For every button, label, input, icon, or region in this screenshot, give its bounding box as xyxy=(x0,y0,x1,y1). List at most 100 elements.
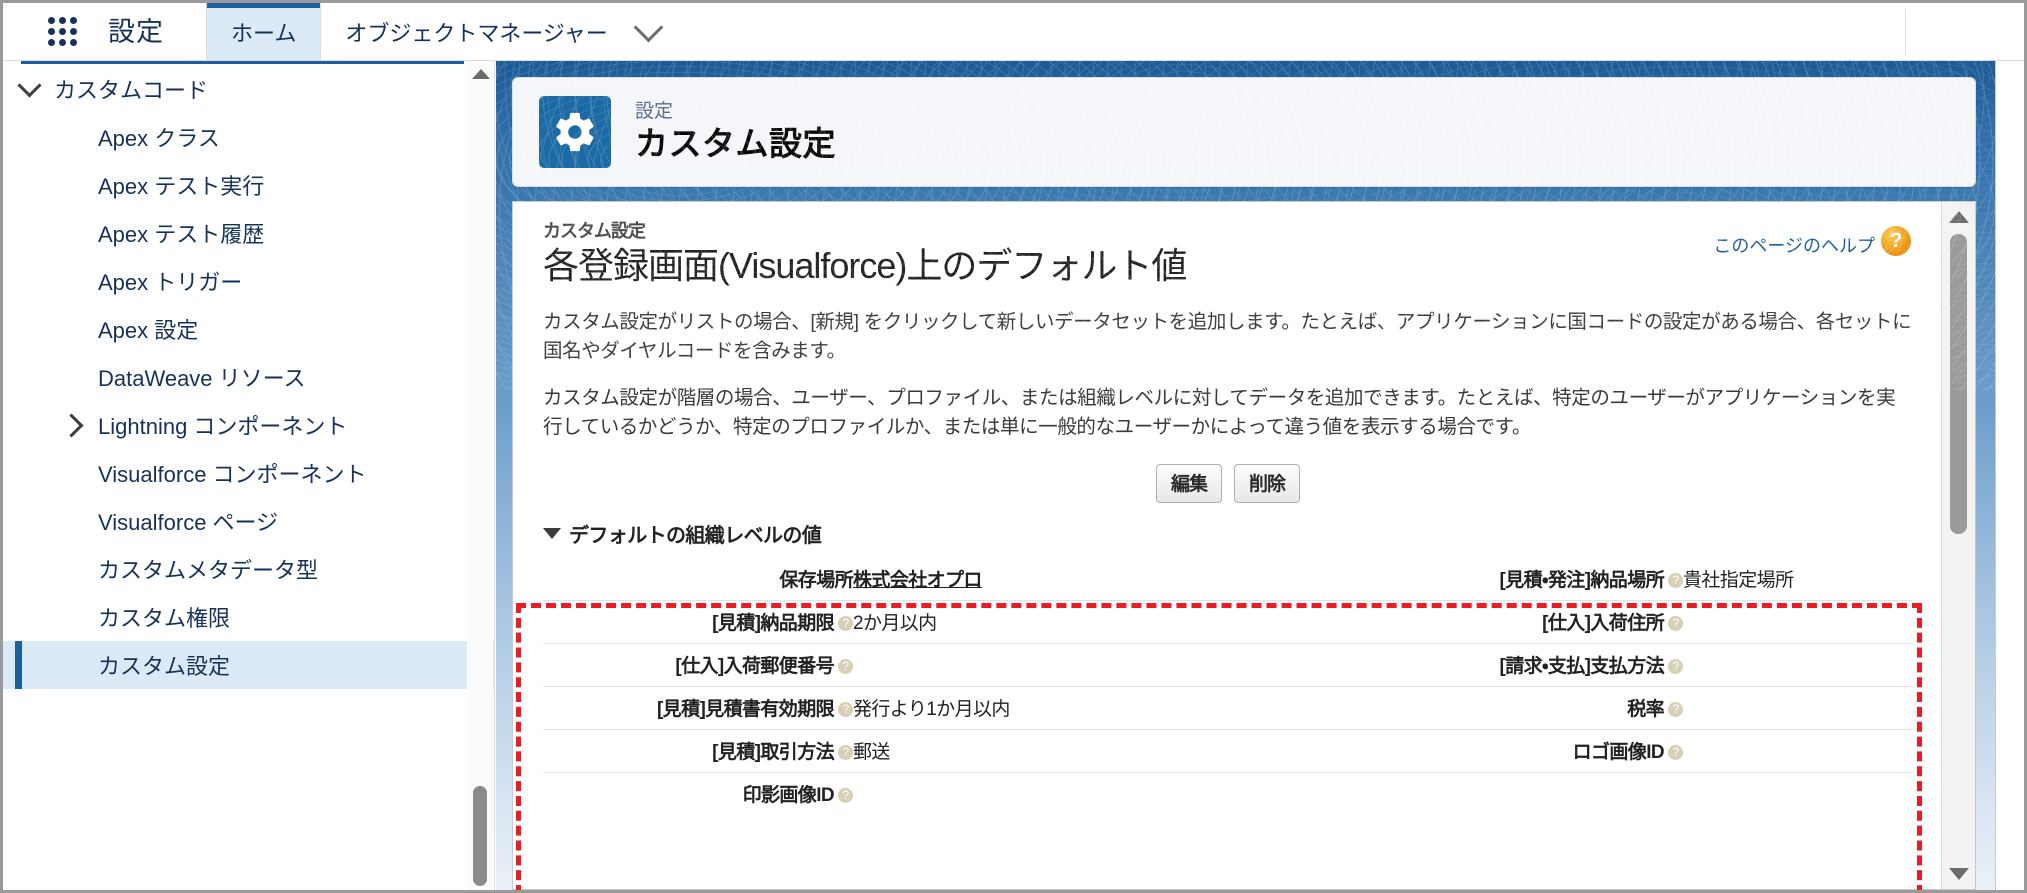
sidebar-item-custom-permissions[interactable]: カスタム権限 xyxy=(3,593,494,641)
field-label: ロゴ画像ID? xyxy=(1343,729,1683,773)
content-inner: このページのヘルプ ? カスタム設定 各登録画面(Visualforce)上のデ… xyxy=(513,202,1941,889)
field-value xyxy=(1683,729,1913,773)
sidebar-scrollbar-thumb[interactable] xyxy=(473,786,487,886)
help-icon[interactable]: ? xyxy=(838,616,853,631)
help-icon[interactable]: ? xyxy=(1668,616,1683,631)
field-label: [見積]納品期限? xyxy=(543,600,853,644)
sidebar-item-visualforce-pages[interactable]: Visualforce ページ xyxy=(3,497,494,545)
field-value: 発行より1か月以内 xyxy=(853,686,1343,730)
help-icon[interactable]: ? xyxy=(1668,745,1683,760)
scroll-down-arrow-icon[interactable] xyxy=(1949,868,1969,880)
sidebar-item-label: Visualforce コンポーネント xyxy=(98,462,367,487)
page-title: 設定 xyxy=(108,17,164,47)
sidebar-item-lightning-components[interactable]: Lightning コンポーネント xyxy=(3,401,494,449)
page-header-eyebrow: 設定 xyxy=(635,101,674,122)
field-label: 印影画像ID? xyxy=(543,773,853,816)
sidebar-item-label: Apex クラス xyxy=(98,126,220,151)
content-scrollbar[interactable] xyxy=(1941,202,1975,889)
delete-button[interactable]: 削除 xyxy=(1234,464,1301,503)
detail-table: 保存場所 株式会社オプロ [見積・発注]納品場所? 貴社指定場所 [見積]納品期… xyxy=(543,558,1913,815)
content-card: このページのヘルプ ? カスタム設定 各登録画面(Visualforce)上のデ… xyxy=(512,201,1976,890)
field-label-text: ロゴ画像ID xyxy=(1572,742,1665,763)
page-header-title: カスタム設定 xyxy=(635,125,836,162)
sidebar-item-dataweave-resources[interactable]: DataWeave リソース xyxy=(3,353,494,401)
field-label: [請求・支払]支払方法? xyxy=(1343,643,1683,687)
sidebar-item-label: Apex テスト履歴 xyxy=(98,222,265,247)
tab-home[interactable]: ホーム xyxy=(206,3,322,60)
sidebar-item-apex-triggers[interactable]: Apex トリガー xyxy=(3,257,494,305)
field-label-text: 印影画像ID xyxy=(742,785,835,806)
sidebar-item-label: Apex テスト実行 xyxy=(98,174,265,199)
help-icon[interactable]: ? xyxy=(1668,702,1683,717)
app-launcher-icon[interactable] xyxy=(48,17,82,47)
field-label: 税率? xyxy=(1343,686,1683,730)
scroll-up-arrow-icon[interactable] xyxy=(1949,211,1969,223)
help-icon[interactable]: ? xyxy=(1668,573,1683,588)
global-tab-bar: ホーム オブジェクトマネージャー xyxy=(206,3,685,60)
body-area: カスタムコード Apex クラス Apex テスト実行 Apex テスト履歴 A… xyxy=(3,61,2024,890)
table-row: 印影画像ID? xyxy=(543,773,1913,816)
header-divider xyxy=(1905,9,1906,55)
sidebar-item-visualforce-components[interactable]: Visualforce コンポーネント xyxy=(3,449,494,497)
help-icon[interactable]: ? xyxy=(838,702,853,717)
global-header: 設定 ホーム オブジェクトマネージャー xyxy=(3,3,2024,61)
field-value xyxy=(1683,600,1913,644)
tab-object-manager[interactable]: オブジェクトマネージャー xyxy=(321,3,631,60)
description-paragraph-2: カスタム設定が階層の場合、ユーザー、プロファイル、または組織レベルに対してデータ… xyxy=(543,387,1896,438)
field-label-text: [仕入]入荷住所 xyxy=(1542,613,1664,634)
org-default-values-section: デフォルトの組織レベルの値 保存場所 株式会社オプロ [見積・発注]納品場所 ?… xyxy=(543,519,1913,815)
help-icon[interactable]: ? xyxy=(838,659,853,674)
field-label: [仕入]入荷住所? xyxy=(1343,600,1683,644)
field-value xyxy=(1683,686,1913,730)
content-scrollbar-thumb[interactable] xyxy=(1950,234,1967,534)
chevron-right-icon xyxy=(59,412,84,438)
sidebar-section-custom-code[interactable]: カスタムコード xyxy=(3,65,494,113)
field-label: [見積]見積書有効期限? xyxy=(543,686,853,730)
sidebar-item-custom-metadata-types[interactable]: カスタムメタデータ型 xyxy=(3,545,494,593)
storage-location-link[interactable]: 株式会社オプロ xyxy=(853,570,982,591)
table-row: 保存場所 株式会社オプロ [見積・発注]納品場所? 貴社指定場所 xyxy=(543,558,1913,601)
sidebar-item-label: カスタム設定 xyxy=(98,654,231,679)
sidebar-scrollbar[interactable] xyxy=(467,61,493,890)
field-value xyxy=(853,773,1343,816)
chevron-down-icon xyxy=(17,72,42,98)
field-value xyxy=(853,643,1343,687)
section-heading-label: デフォルトの組織レベルの値 xyxy=(569,525,822,547)
table-row: [見積]納品期限? 2か月以内 [仕入]入荷住所? xyxy=(543,600,1913,644)
sidebar-nav-list: カスタムコード Apex クラス Apex テスト実行 Apex テスト履歴 A… xyxy=(3,65,494,689)
scroll-up-arrow-icon[interactable] xyxy=(472,69,490,79)
sidebar-item-apex-settings[interactable]: Apex 設定 xyxy=(3,305,494,353)
field-label-text: 保存場所 xyxy=(779,570,853,591)
tab-object-manager-label: オブジェクトマネージャー xyxy=(345,20,608,46)
sidebar-item-apex-classes[interactable]: Apex クラス xyxy=(3,113,494,161)
main-region: 設定 カスタム設定 このページのヘルプ ? カスタム設定 各登録画面(Visua… xyxy=(496,61,2024,890)
sidebar-item-apex-test-execution[interactable]: Apex テスト実行 xyxy=(3,161,494,209)
field-label-text: [見積・発注]納品場所 xyxy=(1499,570,1664,591)
description-paragraph-1: カスタム設定がリストの場合、[新規] をクリックして新しいデータセットを追加しま… xyxy=(543,311,1912,362)
field-label-text: [見積]取引方法 xyxy=(712,742,834,763)
field-label: 保存場所 xyxy=(543,558,854,601)
chevron-down-icon xyxy=(633,12,664,42)
sidebar-item-apex-test-history[interactable]: Apex テスト履歴 xyxy=(3,209,494,257)
setup-sidebar: カスタムコード Apex クラス Apex テスト実行 Apex テスト履歴 A… xyxy=(3,61,495,890)
field-value: 貴社指定場所 xyxy=(1683,558,1913,601)
field-value xyxy=(1683,643,1913,687)
help-icon[interactable]: ? xyxy=(838,788,853,803)
field-label-text: [仕入]入荷郵便番号 xyxy=(675,656,834,677)
help-icon[interactable]: ? xyxy=(1668,659,1683,674)
field-value: 株式会社オプロ xyxy=(853,558,1343,601)
section-toggle[interactable]: デフォルトの組織レベルの値 xyxy=(543,519,1913,548)
field-label: [見積]取引方法? xyxy=(543,729,853,773)
question-mark-icon[interactable]: ? xyxy=(1881,226,1911,256)
sidebar-item-label: Visualforce ページ xyxy=(98,510,279,535)
field-label-text: [見積]見積書有効期限 xyxy=(656,699,835,720)
field-label-text: 税率 xyxy=(1627,699,1664,720)
field-value: 2か月以内 xyxy=(853,600,1343,644)
page-help-link[interactable]: このページのヘルプ xyxy=(1713,232,1875,258)
tab-overflow-button[interactable] xyxy=(632,3,685,60)
window-scrollbar[interactable] xyxy=(1995,61,2024,890)
edit-button[interactable]: 編集 xyxy=(1155,464,1222,503)
sidebar-item-label: Lightning コンポーネント xyxy=(98,414,348,439)
sidebar-item-custom-settings[interactable]: カスタム設定 xyxy=(3,641,494,689)
help-icon[interactable]: ? xyxy=(838,745,853,760)
